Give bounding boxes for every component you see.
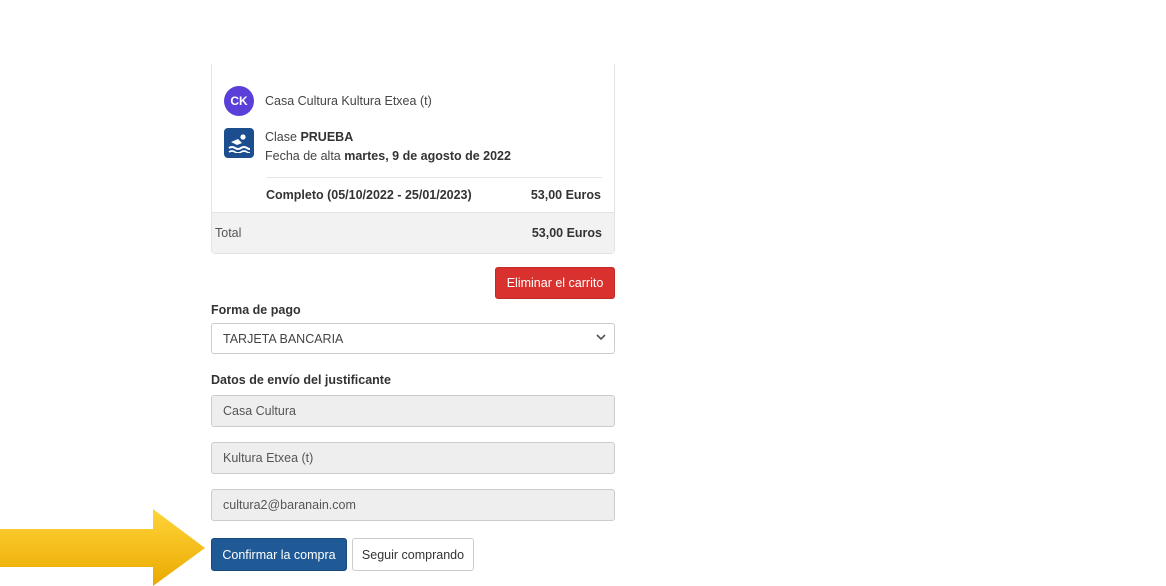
date-prefix: Fecha de alta — [265, 149, 345, 163]
total-value: 53,00 Euros — [531, 226, 602, 240]
cart-line: Completo (05/10/2022 - 25/01/2023) 53,00… — [266, 178, 602, 212]
class-name: PRUEBA — [300, 130, 354, 144]
shipping-label: Datos de envío del justificante — [211, 373, 391, 387]
line-period: Completo (05/10/2022 - 25/01/2023) — [266, 188, 472, 202]
class-prefix: Clase — [265, 130, 301, 144]
email-field[interactable] — [211, 489, 615, 521]
payment-label: Forma de pago — [211, 303, 301, 317]
org-row: CK Casa Cultura Kultura Etxea (t) — [224, 86, 602, 116]
line-price: 53,00 Euros — [530, 188, 601, 202]
date-line: Fecha de alta martes, 9 de agosto de 202… — [265, 147, 511, 166]
last-name-field[interactable] — [211, 442, 615, 474]
avatar: CK — [224, 86, 254, 116]
payment-select[interactable]: TARJETA BANCARIA — [211, 323, 615, 354]
cart-item: Clase PRUEBA Fecha de alta martes, 9 de … — [224, 128, 602, 166]
confirm-purchase-button[interactable]: Confirmar la compra — [211, 538, 347, 571]
delete-cart-button[interactable]: Eliminar el carrito — [495, 267, 615, 299]
payment-selected: TARJETA BANCARIA — [223, 331, 344, 346]
total-row: Total 53,00 Euros — [212, 212, 614, 253]
cart-card: CK Casa Cultura Kultura Etxea (t) Clase … — [211, 64, 615, 254]
swimming-icon — [224, 128, 254, 158]
checkout-panel: CK Casa Cultura Kultura Etxea (t) Clase … — [211, 64, 615, 571]
first-name-field[interactable] — [211, 395, 615, 427]
continue-shopping-button[interactable]: Seguir comprando — [352, 538, 474, 571]
arrow-right-icon — [0, 509, 205, 586]
total-label: Total — [215, 226, 242, 240]
class-line: Clase PRUEBA — [265, 128, 511, 147]
org-name: Casa Cultura Kultura Etxea (t) — [265, 94, 432, 108]
date-value: martes, 9 de agosto de 2022 — [344, 149, 511, 163]
cart-item-details: Clase PRUEBA Fecha de alta martes, 9 de … — [265, 128, 511, 166]
chevron-down-icon — [596, 333, 606, 344]
